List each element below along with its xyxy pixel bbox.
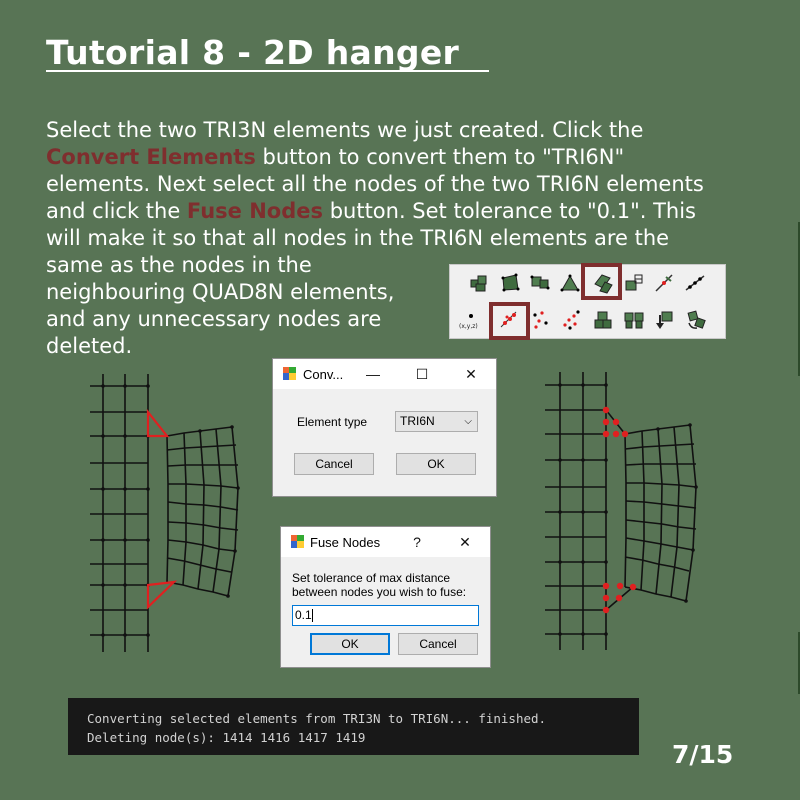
element-type-value: TRI6N [400,414,435,428]
node-scatter-icon[interactable] [528,307,554,333]
instruction-line-4-rest: button. Set tolerance to "0.1". This [323,199,696,223]
minimize-button[interactable]: — [363,364,383,384]
prompt-line-1: Set tolerance of max distance [292,571,451,585]
maximize-button[interactable]: ☐ [412,364,432,384]
prompt-line-2: between nodes you wish to fuse: [292,585,467,599]
tolerance-prompt: Set tolerance of max distance between no… [292,571,466,599]
node-coord-icon[interactable]: (x,y,z) [458,307,484,333]
convert-elements-highlight-box [581,263,622,300]
instruction-line-4-pre: and click the [46,199,187,223]
app-icon [291,535,304,548]
dialog-title: Conv... [303,367,344,382]
cancel-button[interactable]: Cancel [398,633,478,655]
mesh-after-figure [545,372,698,650]
page-number: 7/15 [672,740,734,769]
text-cursor [311,609,313,623]
close-button[interactable]: ✕ [455,532,475,552]
console-line-1: Converting selected elements from TRI3N … [87,711,547,726]
slide-title: Tutorial 8 - 2D hanger [46,33,471,72]
instruction-line-5: will make it so that all nodes in the TR… [46,226,670,250]
help-button[interactable]: ? [407,532,427,552]
mesh-block-icon[interactable] [466,270,492,296]
block-split-icon[interactable] [621,307,647,333]
line-node-icon[interactable] [651,270,677,296]
instruction-line-1: Select the two TRI3N elements we just cr… [46,118,644,142]
convert-elements-dialog: Conv... — ☐ ✕ Element type TRI6N ⌵ Cance… [272,358,497,497]
move-down-icon[interactable] [652,307,678,333]
app-icon [283,367,296,380]
instruction-line-2-rest: button to convert them to "TRI6N" [255,145,625,169]
fuse-nodes-dialog: Fuse Nodes ? ✕ Set tolerance of max dist… [280,526,491,668]
ok-button[interactable]: OK [396,453,476,475]
block-merge-icon[interactable] [590,307,616,333]
console-line-2: Deleting node(s): 1414 1416 1417 1419 [87,730,366,745]
instruction-line-7: neighbouring QUAD8N elements, [46,280,395,304]
line-multi-node-icon[interactable] [682,270,708,296]
instruction-line-3: elements. Next select all the nodes of t… [46,172,704,196]
element-node-icon[interactable] [527,270,553,296]
instruction-line-9: deleted. [46,334,133,358]
triangle-element-icon[interactable] [557,270,583,296]
dialog-titlebar: Fuse Nodes ? ✕ [281,527,490,557]
rotate-block-icon[interactable] [683,307,709,333]
tolerance-value: 0.1 [295,608,312,622]
instruction-line-6: same as the nodes in the [46,253,312,277]
node-remove-icon[interactable] [558,307,584,333]
ok-button[interactable]: OK [310,633,390,655]
instruction-line-4: and click the Fuse Nodes button. Set tol… [46,198,696,225]
node-coord-label: (x,y,z) [459,323,478,330]
quad-element-icon[interactable] [497,270,523,296]
dialog-title: Fuse Nodes [310,535,381,550]
dialog-titlebar: Conv... — ☐ ✕ [273,359,496,389]
chevron-down-icon: ⌵ [464,416,472,427]
element-type-label: Element type [297,415,368,429]
close-button[interactable]: ✕ [461,364,481,384]
console-output: Converting selected elements from TRI3N … [68,698,639,755]
mesh-before-figure [90,374,240,652]
instruction-line-8: and any unnecessary nodes are [46,307,382,331]
instruction-line-2: Convert Elements button to convert them … [46,144,624,171]
element-type-select[interactable]: TRI6N ⌵ [395,411,478,432]
cancel-button[interactable]: Cancel [294,453,374,475]
title-underline [46,70,489,72]
tolerance-input[interactable]: 0.1 [292,605,479,626]
fuse-nodes-highlight-box [489,302,530,340]
mesh-toolbar: (x,y,z) [449,263,726,340]
fuse-nodes-highlight: Fuse Nodes [186,199,324,223]
element-export-icon[interactable] [621,270,647,296]
convert-elements-highlight: Convert Elements [46,145,256,169]
